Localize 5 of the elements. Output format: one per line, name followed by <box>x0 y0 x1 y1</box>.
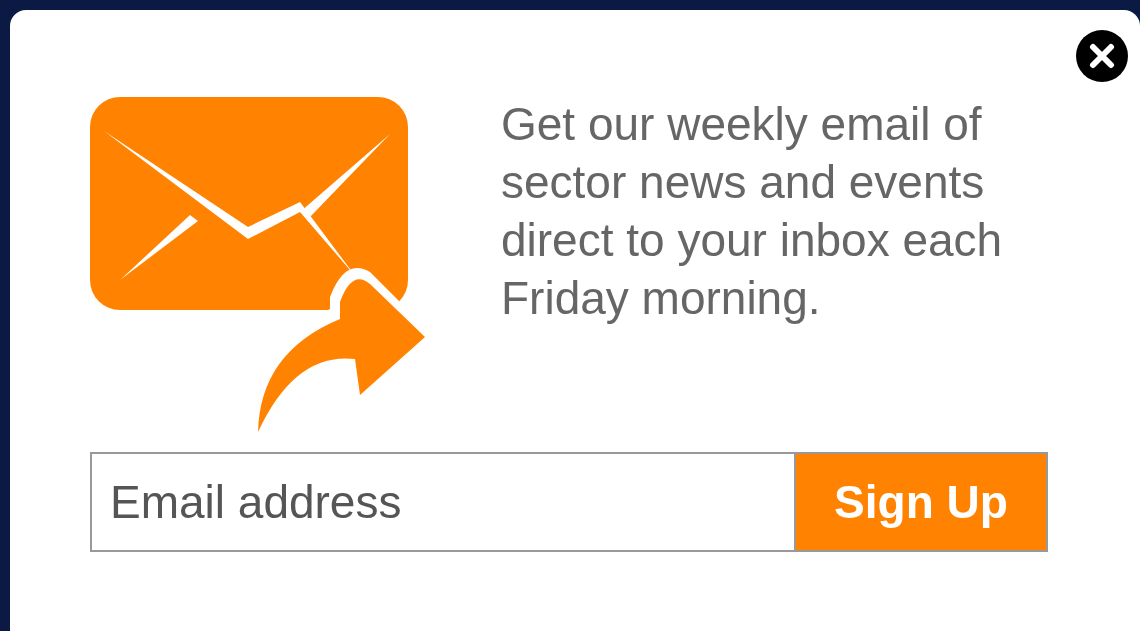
close-icon <box>1089 43 1115 69</box>
newsletter-message: Get our weekly email of sector news and events direct to your inbox each Friday morning. <box>501 97 1004 326</box>
close-button[interactable] <box>1076 30 1128 82</box>
email-field[interactable]: Email address <box>90 452 796 552</box>
signup-button[interactable]: Sign Up <box>796 452 1048 552</box>
